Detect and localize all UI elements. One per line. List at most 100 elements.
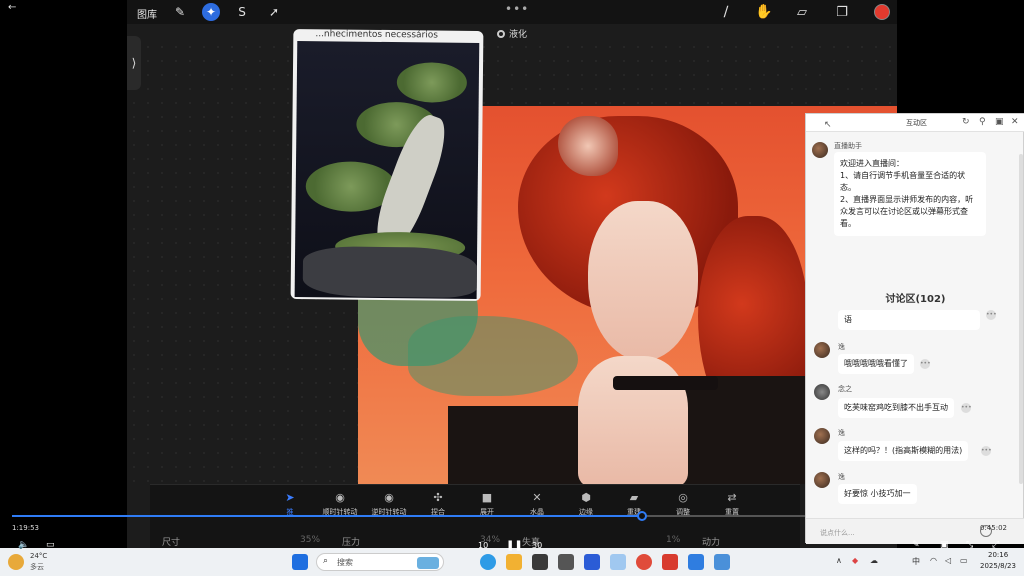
mode-pinch[interactable]: ✣ 捏合 — [412, 491, 464, 517]
mode-twirl-right[interactable]: ◉ 顺时针转动 — [314, 491, 366, 517]
shirt-shape — [448, 406, 598, 484]
tray-app-icon[interactable]: ◆ — [852, 556, 858, 565]
more-dots-icon[interactable]: ••• — [505, 2, 529, 16]
window-icon[interactable]: ▣ — [995, 117, 1004, 127]
mode-push[interactable]: ➤ 推 — [264, 491, 316, 517]
distortion-value[interactable]: 1% — [666, 535, 680, 545]
app-icon[interactable] — [688, 554, 704, 570]
video-progress-knob[interactable] — [637, 511, 647, 521]
message-bubble: 吃芙味窑鸡吃到膝不出手互动 — [838, 398, 954, 418]
welcome-line: 欢迎进入直播间： — [840, 159, 904, 168]
more-icon[interactable]: ••• — [961, 403, 972, 413]
draw-pen-icon[interactable]: ✎ — [912, 540, 920, 550]
pip-icon[interactable]: ▣ — [940, 540, 949, 550]
expand-icon[interactable]: ⤢ — [992, 540, 999, 550]
welcome-bubble: 欢迎进入直播间： 1、请自行调节手机音量至合适的状 态。 2、直播界面显示讲师发… — [834, 152, 986, 236]
more-icon[interactable]: ••• — [981, 446, 992, 456]
search-highlight-icon — [417, 557, 439, 569]
liquify-mode-label: 液化 — [497, 27, 527, 40]
app-icon[interactable] — [610, 554, 626, 570]
mode-reconstruct[interactable]: ▰ 重建 — [608, 491, 660, 517]
wifi-icon[interactable]: ◠ — [930, 556, 937, 565]
app-icon[interactable] — [584, 554, 600, 570]
mode-text: 液化 — [509, 30, 528, 40]
welcome-line: 众发言可以在讨论区或以弹幕形式查 — [840, 207, 968, 216]
edge-browser-icon[interactable] — [480, 554, 496, 570]
taskbar-search[interactable]: ⌕ 搜索 — [316, 553, 444, 571]
volume-icon[interactable]: 🔈 — [18, 540, 29, 550]
video-progress-fill — [12, 515, 642, 517]
wrench-icon[interactable]: ✎ — [171, 3, 189, 21]
layers-icon[interactable]: ❐ — [833, 3, 851, 21]
battery-icon[interactable]: ▭ — [960, 556, 968, 565]
reference-window[interactable]: ...nhecimentos necessários — [290, 29, 484, 301]
brush-icon[interactable]: ∕ — [717, 3, 735, 21]
app-icon[interactable] — [714, 554, 730, 570]
app-icon[interactable] — [558, 554, 574, 570]
ime-indicator[interactable]: 中 — [912, 556, 920, 567]
eraser-icon[interactable]: ▱ — [793, 3, 811, 21]
username: 逸 — [838, 343, 845, 351]
size-value[interactable]: 35% — [300, 535, 320, 545]
message-bubble: 语 — [838, 310, 980, 330]
mode-edge[interactable]: ⬢ 边缘 — [560, 491, 612, 517]
weather-icon[interactable] — [8, 554, 24, 570]
back-arrow-icon[interactable]: ← — [8, 2, 16, 13]
crystals-icon: ✕ — [532, 491, 542, 504]
magic-wand-icon[interactable]: ✦ — [202, 3, 220, 21]
file-explorer-icon[interactable] — [506, 554, 522, 570]
speaker-icon[interactable]: ◁ — [945, 556, 951, 565]
store-icon[interactable] — [532, 554, 548, 570]
mode-reset[interactable]: ⇄ 重置 — [706, 491, 758, 517]
more-icon[interactable]: ••• — [920, 359, 931, 369]
reconstruct-icon: ▰ — [629, 491, 639, 504]
screen: 图库 ✎ ✦ S ➚ ••• ∕ ✋ ▱ ❐ 液化 ⟩ ...nheciment… — [0, 0, 1024, 576]
clock-date[interactable]: 2025/8/23 — [980, 562, 1016, 570]
sidebar-toggle[interactable]: ⟩ — [127, 36, 141, 90]
mode-twirl-left[interactable]: ◉ 逆时针转动 — [363, 491, 415, 517]
smudge-icon[interactable]: ✋ — [755, 3, 773, 21]
expand-icon: ■ — [481, 491, 493, 504]
user-avatar — [814, 472, 830, 488]
twirl-right-icon: ◉ — [335, 491, 345, 504]
message-bubble: 好要惊 小技巧加一 — [838, 484, 917, 504]
reset-icon: ⇄ — [727, 491, 737, 504]
message-text: 好要惊 小技巧加一 — [844, 489, 911, 498]
fullscreen-exit-icon[interactable]: ⤡ — [966, 540, 973, 550]
refresh-icon[interactable]: ↻ — [962, 117, 970, 127]
welcome-line: 态。 — [840, 183, 856, 192]
color-picker[interactable] — [874, 4, 890, 20]
close-icon[interactable]: ✕ — [1011, 117, 1019, 127]
mode-crystals[interactable]: ✕ 水晶 — [511, 491, 563, 517]
push-icon: ➤ — [285, 491, 295, 504]
gallery-button[interactable]: 图库 — [137, 6, 157, 21]
edge-icon: ⬢ — [581, 491, 591, 504]
chrome-icon[interactable] — [636, 554, 652, 570]
procreate-app: 图库 ✎ ✦ S ➚ ••• ∕ ✋ ▱ ❐ 液化 ⟩ ...nheciment… — [127, 0, 897, 548]
skip-forward-button[interactable]: 30 — [532, 541, 542, 550]
mode-adjust[interactable]: ◎ 调整 — [657, 491, 709, 517]
tray-chevron-icon[interactable]: ∧ — [836, 556, 842, 565]
pinch-icon: ✣ — [433, 491, 443, 504]
twirl-left-icon: ◉ — [384, 491, 394, 504]
mode-expand[interactable]: ■ 展开 — [461, 491, 513, 517]
assistant-name: 直播助手 — [834, 142, 862, 150]
tray-cloud-icon[interactable]: ☁ — [870, 556, 878, 565]
pause-icon[interactable]: ❚❚ — [506, 540, 523, 551]
user-avatar — [814, 428, 830, 444]
start-icon[interactable] — [292, 554, 308, 570]
welcome-line: 2、直播界面显示讲师发布的内容，听 — [840, 195, 974, 204]
wps-icon[interactable] — [662, 554, 678, 570]
reference-caption: ...nhecimentos necessários — [315, 29, 439, 41]
pin-icon[interactable]: ⚲ — [979, 117, 986, 127]
momentum-label: 动力 — [702, 538, 721, 548]
subtitle-icon[interactable]: ▭ — [46, 540, 55, 550]
chat-scrollbar[interactable] — [1019, 154, 1023, 484]
transform-arrow-icon[interactable]: ➚ — [265, 3, 283, 21]
clock-time[interactable]: 20:16 — [988, 551, 1008, 559]
search-placeholder: 搜索 — [337, 558, 353, 567]
skip-back-button[interactable]: 10 — [478, 541, 488, 550]
selection-icon[interactable]: S — [233, 3, 251, 21]
username: 逸 — [838, 429, 845, 437]
more-icon[interactable]: ••• — [986, 310, 997, 320]
